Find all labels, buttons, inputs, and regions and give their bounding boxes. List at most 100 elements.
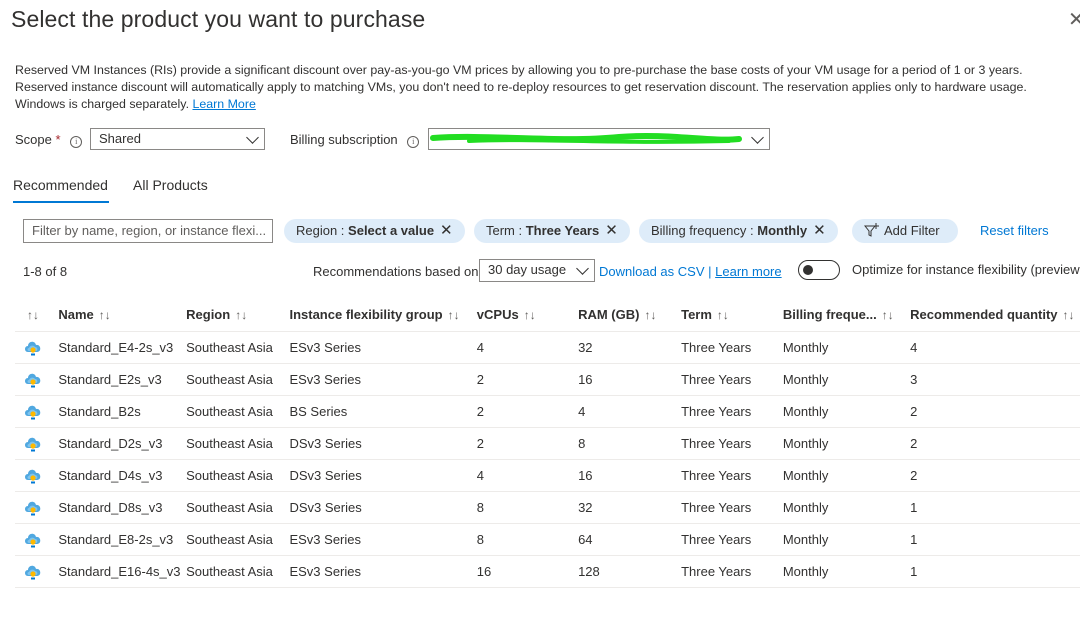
column-header-term[interactable]: Term ↑↓ (681, 297, 783, 332)
vm-icon-cell (15, 395, 59, 428)
cell-recommended-quantity: 2 (910, 395, 1080, 428)
cell-region: Southeast Asia (186, 331, 290, 364)
cell-ram: 4 (578, 395, 682, 428)
optimize-label: Optimize for instance flexibility (previ… (852, 262, 1080, 277)
column-header-flexibility-group[interactable]: Instance flexibility group ↑↓ (289, 297, 476, 332)
cell-vcpus: 4 (476, 459, 579, 492)
table-row[interactable]: Standard_D2s_v3 Southeast Asia DSv3 Seri… (15, 427, 1080, 460)
recommendations-table: ↑↓ Name ↑↓ Region ↑↓ Instance flexibility … (15, 297, 1080, 588)
sort-arrows-icon[interactable]: ↑↓ (99, 308, 111, 322)
sort-arrows-icon[interactable]: ↑↓ (27, 308, 39, 322)
cell-billing-frequency: Monthly (782, 491, 911, 524)
usage-period-select[interactable]: 30 day usage (479, 259, 595, 282)
billing-filter-value: Monthly (757, 223, 808, 238)
page-title: Select the product you want to purchase (11, 6, 426, 32)
column-header-region[interactable]: Region ↑↓ (186, 297, 289, 332)
scope-select[interactable]: Shared (90, 128, 265, 150)
cell-name[interactable]: Standard_E4-2s_v3 (58, 331, 187, 364)
virtual-machine-icon (25, 405, 41, 419)
table-row[interactable]: Standard_D4s_v3 Southeast Asia DSv3 Seri… (15, 459, 1080, 492)
cell-name[interactable]: Standard_E16-4s_v3 (58, 555, 187, 588)
cell-recommended-quantity: 1 (910, 523, 1080, 556)
billing-subscription-select[interactable] (428, 128, 770, 150)
cell-flexibility-group: DSv3 Series (289, 427, 477, 460)
cell-name[interactable]: Standard_D4s_v3 (58, 459, 187, 492)
tab-all-products[interactable]: All Products (133, 177, 208, 193)
filter-input[interactable]: Filter by name, region, or instance flex… (23, 219, 273, 243)
cell-vcpus: 2 (476, 363, 579, 396)
optimize-toggle[interactable] (798, 260, 840, 280)
cell-recommended-quantity: 2 (910, 427, 1080, 460)
table-row[interactable]: Standard_E4-2s_v3 Southeast Asia ESv3 Se… (15, 331, 1080, 364)
term-filter-pill[interactable]: Term : Three Years ✕ (474, 219, 630, 243)
sort-arrows-icon[interactable]: ↑↓ (448, 308, 460, 322)
cell-vcpus: 16 (476, 555, 579, 588)
cell-billing-frequency: Monthly (782, 395, 911, 428)
cell-flexibility-group: DSv3 Series (289, 459, 477, 492)
reset-filters-link[interactable]: Reset filters (980, 223, 1049, 238)
term-filter-value: Three Years (525, 223, 600, 238)
cell-flexibility-group: ESv3 Series (289, 331, 477, 364)
virtual-machine-icon (25, 373, 41, 387)
add-filter-button[interactable]: Add Filter (852, 219, 958, 243)
description-line-1: Reserved VM Instances (RIs) provide a si… (15, 63, 1023, 77)
tab-recommended[interactable]: Recommended (13, 177, 108, 193)
cell-flexibility-group: DSv3 Series (289, 491, 477, 524)
usage-period-value: 30 day usage (488, 262, 567, 277)
cell-recommended-quantity: 1 (910, 491, 1080, 524)
billing-subscription-label: Billing subscription i (290, 132, 420, 148)
required-marker: * (55, 132, 61, 147)
cell-ram: 128 (578, 555, 682, 588)
cell-name[interactable]: Standard_E8-2s_v3 (58, 523, 187, 556)
chevron-down-icon (246, 131, 259, 144)
add-filter-icon (863, 223, 879, 237)
cell-name[interactable]: Standard_E2s_v3 (58, 363, 187, 396)
learn-more-link[interactable]: Learn More (192, 97, 255, 111)
cell-billing-frequency: Monthly (782, 459, 911, 492)
cell-name[interactable]: Standard_D8s_v3 (58, 491, 187, 524)
cell-name[interactable]: Standard_B2s (58, 395, 187, 428)
sort-arrows-icon[interactable]: ↑↓ (717, 308, 729, 322)
close-icon[interactable]: ✕ (1068, 8, 1080, 32)
table-row[interactable]: Standard_D8s_v3 Southeast Asia DSv3 Seri… (15, 491, 1080, 524)
learn-more-link[interactable]: Learn more (715, 264, 781, 279)
cell-vcpus: 2 (476, 427, 579, 460)
virtual-machine-icon (25, 469, 41, 483)
sort-arrows-icon[interactable]: ↑↓ (644, 308, 656, 322)
column-header-ram[interactable]: RAM (GB) ↑↓ (578, 297, 681, 332)
cell-term: Three Years (681, 427, 783, 460)
region-filter-pill[interactable]: Region : Select a value ✕ (284, 219, 465, 243)
results-links: Download as CSV | Learn more (599, 264, 782, 279)
sort-arrows-icon[interactable]: ↑↓ (524, 308, 536, 322)
sort-arrows-icon[interactable]: ↑↓ (882, 308, 894, 322)
table-row[interactable]: Standard_B2s Southeast Asia BS Series 2 … (15, 395, 1080, 428)
cell-region: Southeast Asia (186, 491, 290, 524)
region-filter-value: Select a value (348, 223, 435, 238)
cell-name[interactable]: Standard_D2s_v3 (58, 427, 187, 460)
table-row[interactable]: Standard_E8-2s_v3 Southeast Asia ESv3 Se… (15, 523, 1080, 556)
cell-flexibility-group: ESv3 Series (289, 555, 477, 588)
select-all-sort-header[interactable]: ↑↓ (15, 297, 58, 332)
column-header-name[interactable]: Name ↑↓ (58, 297, 186, 332)
table-row[interactable]: Standard_E16-4s_v3 Southeast Asia ESv3 S… (15, 555, 1080, 588)
download-csv-link[interactable]: Download as CSV (599, 264, 705, 279)
close-icon[interactable]: ✕ (605, 222, 618, 239)
vm-icon-cell (15, 331, 59, 364)
column-header-billing-frequency[interactable]: Billing freque... ↑↓ (783, 297, 910, 332)
close-icon[interactable]: ✕ (440, 222, 453, 239)
info-icon[interactable]: i (70, 136, 83, 148)
table-row[interactable]: Standard_E2s_v3 Southeast Asia ESv3 Seri… (15, 363, 1080, 396)
billing-frequency-filter-pill[interactable]: Billing frequency : Monthly ✕ (639, 219, 838, 243)
column-header-recommended-quantity[interactable]: Recommended quantity ↑↓ (910, 297, 1080, 332)
close-icon[interactable]: ✕ (813, 222, 826, 239)
info-icon[interactable]: i (407, 136, 420, 148)
sort-arrows-icon[interactable]: ↑↓ (1063, 308, 1075, 322)
cell-vcpus: 8 (476, 491, 579, 524)
cell-region: Southeast Asia (186, 459, 290, 492)
cell-billing-frequency: Monthly (782, 331, 911, 364)
sort-arrows-icon[interactable]: ↑↓ (235, 308, 247, 322)
cell-ram: 16 (578, 459, 682, 492)
cell-vcpus: 4 (476, 331, 579, 364)
column-header-vcpus[interactable]: vCPUs ↑↓ (477, 297, 578, 332)
cell-ram: 32 (578, 491, 682, 524)
